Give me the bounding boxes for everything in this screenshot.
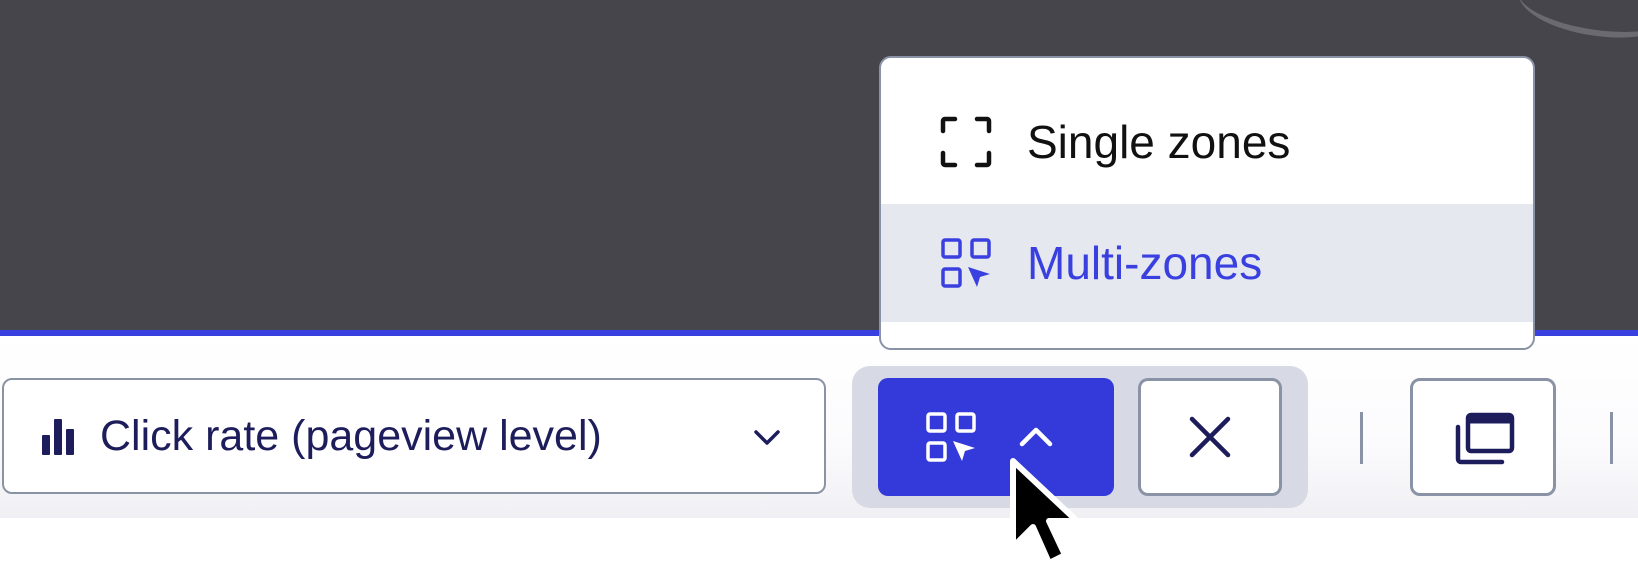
chevron-down-icon (754, 430, 780, 445)
single-zone-icon (940, 116, 992, 168)
close-icon (1189, 416, 1231, 458)
metric-select[interactable]: Click rate (pageview level) (2, 378, 826, 494)
bar-chart-icon (42, 417, 80, 455)
metric-select-label: Click rate (pageview level) (100, 411, 602, 460)
canvas-corner-decoration (1514, 0, 1638, 47)
toolbar-divider (1360, 412, 1363, 464)
windows-icon (1455, 412, 1515, 465)
chevron-up-icon (1019, 427, 1053, 447)
menu-item-multi-zones[interactable]: Multi-zones (881, 204, 1533, 322)
page-background (0, 518, 1638, 584)
menu-item-label: Multi-zones (1027, 237, 1263, 289)
multi-zones-icon (941, 238, 991, 288)
multi-zones-icon (926, 412, 976, 462)
toolbar-divider (1610, 412, 1613, 464)
menu-item-label: Single zones (1027, 116, 1291, 168)
mouse-cursor-icon (1010, 458, 1080, 566)
windows-button[interactable] (1410, 378, 1556, 496)
close-button[interactable] (1138, 378, 1282, 496)
zone-mode-menu: Single zones Multi-zones (879, 56, 1535, 350)
menu-item-single-zones[interactable]: Single zones (881, 83, 1533, 201)
